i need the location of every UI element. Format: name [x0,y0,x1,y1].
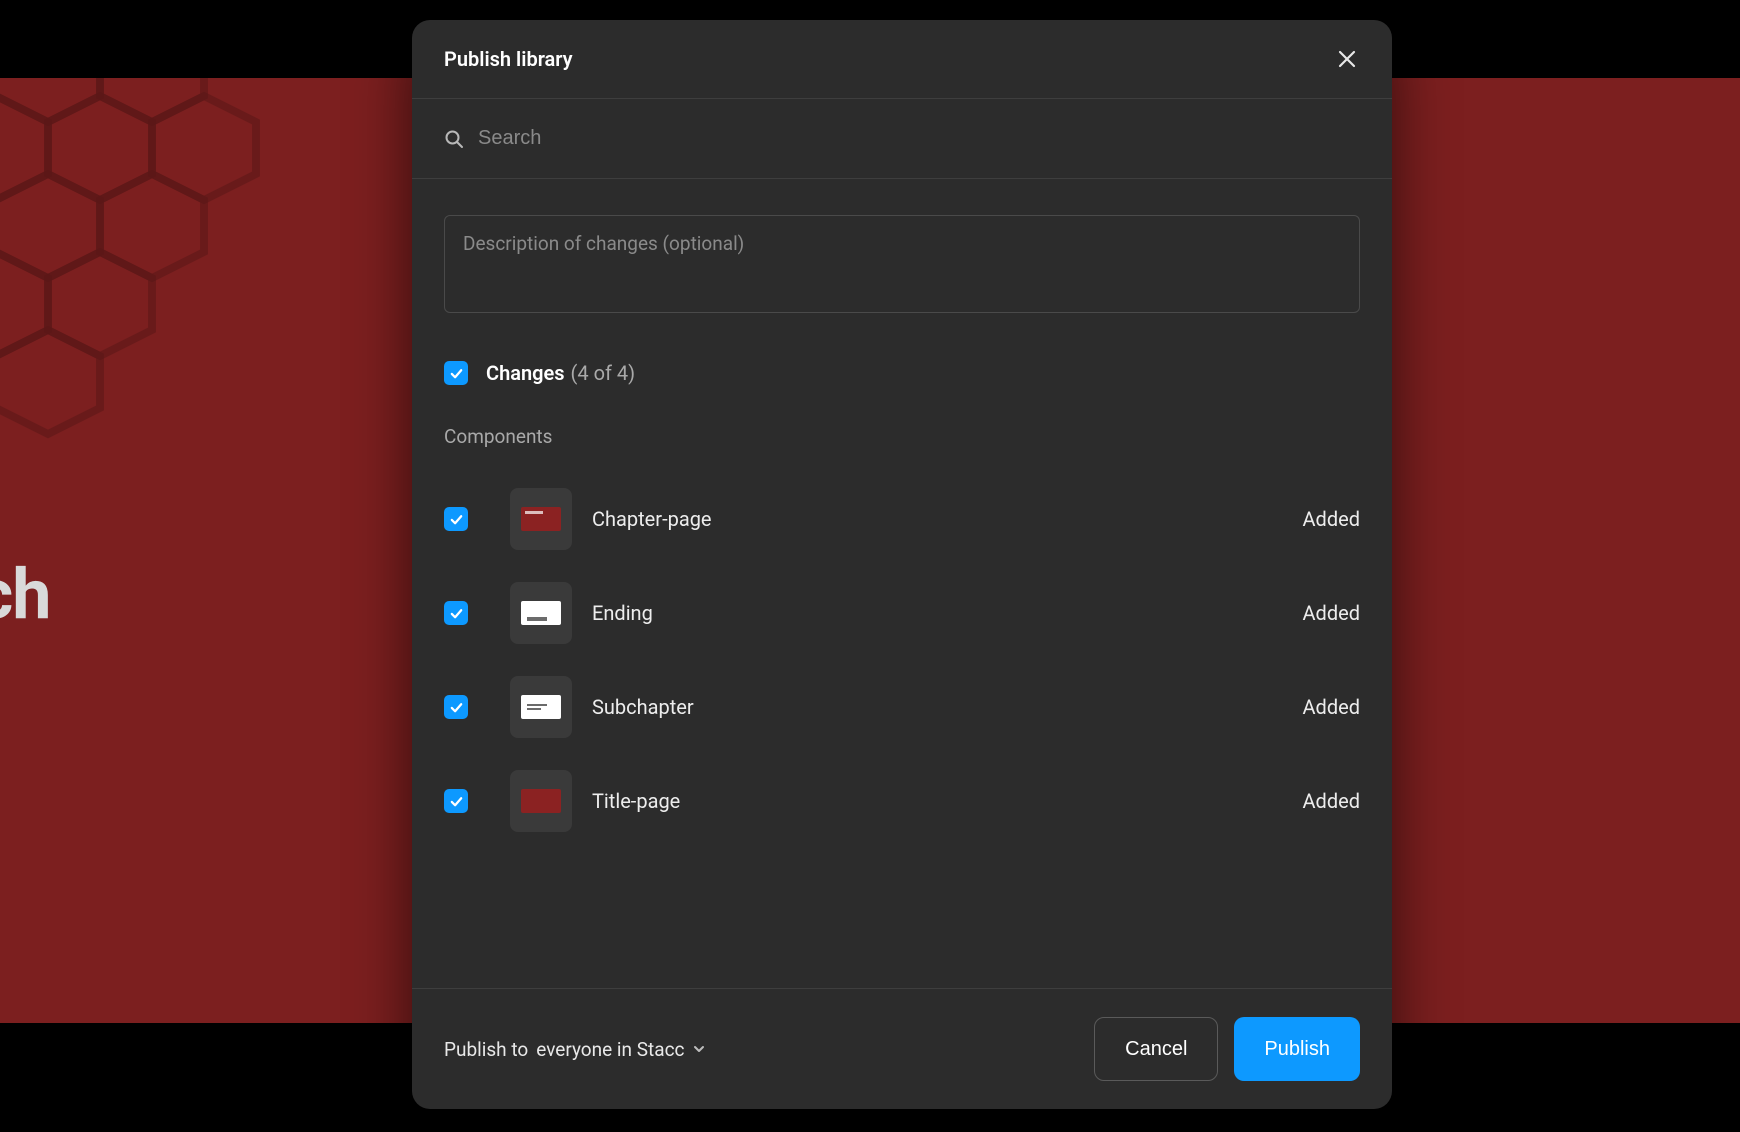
component-checkbox[interactable] [444,507,468,531]
component-thumbnail [510,770,572,832]
component-row[interactable]: Ending Added [444,566,1360,660]
publish-target-prefix: Publish to [444,1038,528,1061]
components-section-label: Components [444,425,1360,448]
component-checkbox[interactable] [444,695,468,719]
publish-library-modal: Publish library Changes (4 of 4) Compone… [412,20,1392,1109]
component-status: Added [1303,507,1361,531]
modal-body: Changes (4 of 4) Components Chapter-page… [412,179,1392,988]
component-checkbox[interactable] [444,789,468,813]
component-row[interactable]: Chapter-page Added [444,472,1360,566]
component-status: Added [1303,695,1361,719]
changes-select-all-row: Changes (4 of 4) [444,361,1360,385]
footer-actions: Cancel Publish [1094,1017,1360,1081]
search-row [412,99,1392,179]
component-name: Ending [592,601,1283,625]
description-input[interactable] [444,215,1360,313]
close-icon [1337,49,1357,69]
modal-header: Publish library [412,20,1392,99]
component-checkbox[interactable] [444,601,468,625]
component-thumbnail [510,676,572,738]
modal-title: Publish library [444,47,573,71]
background-left-text: ech [0,554,50,636]
close-button[interactable] [1334,46,1360,72]
changes-count: (4 of 4) [571,361,636,385]
component-name: Chapter-page [592,507,1283,531]
modal-footer: Publish to everyone in Stacc Cancel Publ… [412,988,1392,1109]
chevron-down-icon [692,1042,706,1056]
components-list: Chapter-page Added Ending Added Subchapt… [444,472,1360,848]
publish-target-scope: everyone in Stacc [536,1038,684,1061]
cancel-button[interactable]: Cancel [1094,1017,1218,1081]
component-status: Added [1303,789,1361,813]
changes-label: Changes [486,361,565,385]
component-name: Title-page [592,789,1283,813]
hex-pattern-decoration [0,78,380,538]
publish-button[interactable]: Publish [1234,1017,1360,1081]
search-icon [444,129,464,149]
component-thumbnail [510,488,572,550]
search-input[interactable] [478,127,1360,150]
component-status: Added [1303,601,1361,625]
component-row[interactable]: Subchapter Added [444,660,1360,754]
component-row[interactable]: Title-page Added [444,754,1360,848]
component-thumbnail [510,582,572,644]
component-name: Subchapter [592,695,1283,719]
publish-target-dropdown[interactable]: Publish to everyone in Stacc [444,1038,706,1061]
select-all-checkbox[interactable] [444,361,468,385]
